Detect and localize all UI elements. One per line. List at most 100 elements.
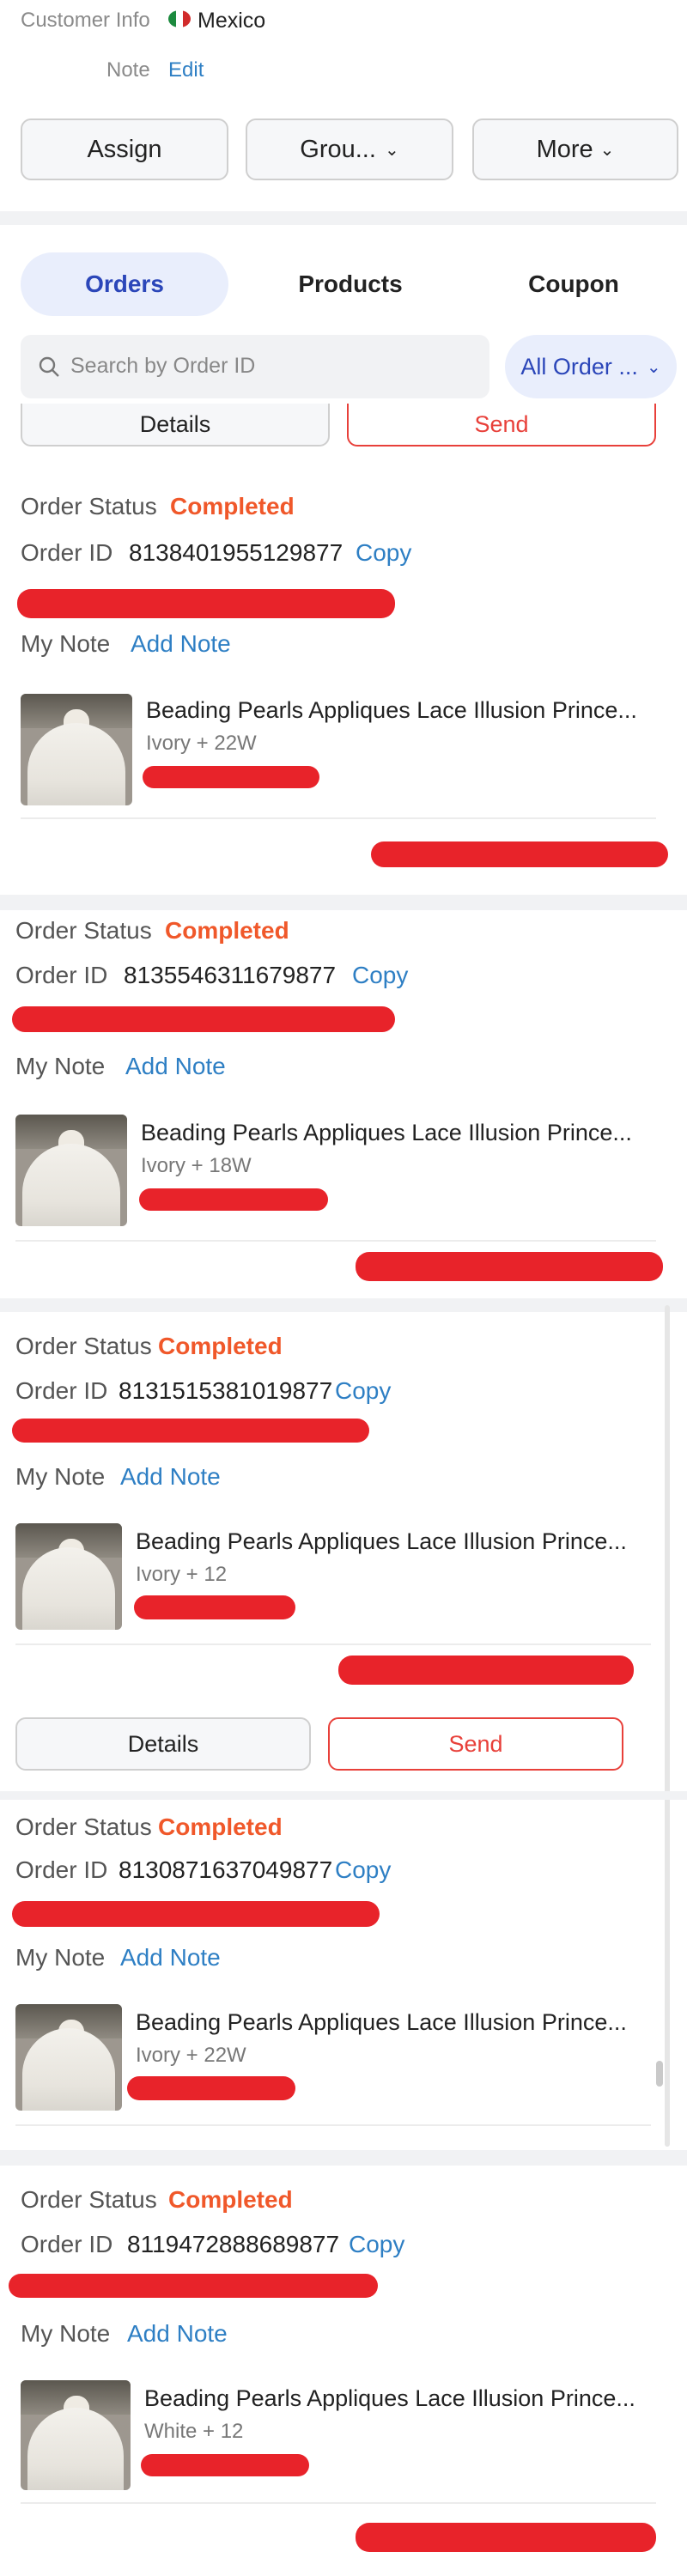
- order-id-value: 8138401955129877: [129, 539, 344, 566]
- redaction-bar: [139, 1188, 328, 1211]
- redaction-bar: [143, 766, 319, 788]
- order-id-label: Order ID: [21, 2231, 113, 2257]
- order-id-label: Order ID: [15, 1856, 108, 1883]
- send-button[interactable]: Send: [347, 404, 656, 447]
- order-filter-select[interactable]: All Order ... ⌄: [505, 335, 677, 398]
- chevron-down-icon: ⌄: [646, 357, 661, 377]
- section-divider: [0, 895, 687, 910]
- tab-products-label: Products: [298, 270, 403, 297]
- add-note-link[interactable]: Add Note: [120, 1944, 221, 1971]
- redaction-bar: [9, 2274, 378, 2298]
- product-variant: White + 12: [144, 2420, 244, 2443]
- assign-label: Assign: [87, 135, 162, 163]
- section-divider: [0, 211, 687, 225]
- group-button[interactable]: Grou... ⌄: [246, 118, 453, 180]
- order-id-value: 8135546311679877: [124, 962, 337, 988]
- scrollbar-track[interactable]: [665, 1305, 670, 2147]
- order-id-label: Order ID: [15, 1377, 108, 1404]
- product-thumbnail[interactable]: [15, 1115, 127, 1226]
- order-status-value: Completed: [168, 2186, 293, 2213]
- redaction-bar: [338, 1656, 634, 1685]
- order-id-label: Order ID: [21, 539, 113, 566]
- search-icon: [39, 356, 59, 377]
- note-label: Note: [106, 58, 150, 82]
- add-note-link[interactable]: Add Note: [125, 1053, 226, 1080]
- details-label: Details: [139, 410, 211, 437]
- add-note-link[interactable]: Add Note: [131, 630, 231, 658]
- product-thumbnail[interactable]: [21, 694, 132, 805]
- order-status-label: Order Status: [21, 2186, 157, 2213]
- redaction-bar: [12, 1901, 380, 1927]
- section-divider: [0, 1298, 687, 1312]
- search-placeholder: Search by Order ID: [70, 354, 256, 378]
- tab-orders-label: Orders: [85, 270, 164, 297]
- redaction-bar: [356, 1252, 663, 1281]
- product-title[interactable]: Beading Pearls Appliques Lace Illusion P…: [146, 697, 637, 724]
- redaction-bar: [12, 1006, 395, 1032]
- redaction-bar: [356, 2523, 656, 2552]
- order-id-value: 8119472888689877: [127, 2231, 340, 2257]
- tab-coupon[interactable]: Coupon: [481, 252, 666, 316]
- assign-button[interactable]: Assign: [21, 118, 228, 180]
- redaction-bar: [127, 2076, 295, 2100]
- order-status-label: Order Status: [15, 1814, 152, 1840]
- copy-order-id-link[interactable]: Copy: [356, 539, 411, 567]
- redaction-bar: [141, 2454, 309, 2476]
- order-status-value: Completed: [158, 1333, 283, 1359]
- section-divider: [0, 2150, 687, 2166]
- order-status-value: Completed: [170, 493, 295, 519]
- order-status-value: Completed: [158, 1814, 283, 1840]
- add-note-link[interactable]: Add Note: [127, 2320, 228, 2348]
- order-status-label: Order Status: [15, 917, 152, 944]
- section-divider: [0, 1791, 687, 1800]
- my-note-label: My Note: [15, 1053, 106, 1079]
- chevron-down-icon: ⌄: [599, 140, 615, 160]
- note-edit-link[interactable]: Edit: [168, 58, 204, 82]
- product-thumbnail[interactable]: [15, 1523, 122, 1630]
- product-title[interactable]: Beading Pearls Appliques Lace Illusion P…: [144, 2385, 635, 2412]
- divider: [15, 2124, 651, 2126]
- my-note-label: My Note: [15, 1944, 106, 1971]
- chevron-down-icon: ⌄: [384, 140, 399, 160]
- order-filter-label: All Order ...: [520, 353, 638, 380]
- redaction-bar: [134, 1595, 295, 1619]
- product-title[interactable]: Beading Pearls Appliques Lace Illusion P…: [136, 2009, 627, 2036]
- product-title[interactable]: Beading Pearls Appliques Lace Illusion P…: [141, 1120, 632, 1146]
- add-note-link[interactable]: Add Note: [120, 1463, 221, 1491]
- product-variant: Ivory + 18W: [141, 1154, 252, 1177]
- order-status-value: Completed: [165, 917, 289, 944]
- product-title[interactable]: Beading Pearls Appliques Lace Illusion P…: [136, 1528, 627, 1555]
- redaction-bar: [12, 1419, 369, 1443]
- mexico-flag-icon: [168, 10, 191, 27]
- details-button[interactable]: Details: [21, 404, 330, 447]
- copy-order-id-link[interactable]: Copy: [349, 2231, 404, 2258]
- tab-coupon-label: Coupon: [528, 270, 619, 297]
- more-button[interactable]: More ⌄: [472, 118, 678, 180]
- send-label: Send: [474, 410, 529, 437]
- tab-products[interactable]: Products: [258, 252, 443, 316]
- order-id-label: Order ID: [15, 962, 108, 988]
- scrollbar-thumb[interactable]: [656, 2061, 663, 2087]
- divider: [15, 1240, 656, 1242]
- order-id-value: 8131515381019877: [119, 1377, 333, 1404]
- details-button[interactable]: Details: [15, 1717, 311, 1771]
- redaction-bar: [17, 589, 395, 618]
- divider: [21, 817, 656, 819]
- copy-order-id-link[interactable]: Copy: [335, 1377, 391, 1405]
- customer-country: Mexico: [198, 9, 266, 33]
- product-thumbnail[interactable]: [15, 2004, 122, 2111]
- divider: [21, 2502, 656, 2504]
- search-input[interactable]: Search by Order ID: [21, 335, 489, 398]
- order-status-label: Order Status: [21, 493, 157, 519]
- send-button[interactable]: Send: [328, 1717, 623, 1771]
- copy-order-id-link[interactable]: Copy: [352, 962, 408, 989]
- copy-order-id-link[interactable]: Copy: [335, 1856, 391, 1884]
- details-label: Details: [127, 1730, 199, 1757]
- order-status-label: Order Status: [15, 1333, 152, 1359]
- group-label: Grou...: [300, 135, 376, 163]
- tab-orders[interactable]: Orders: [21, 252, 228, 316]
- redaction-bar: [371, 841, 668, 867]
- order-id-value: 8130871637049877: [119, 1856, 333, 1883]
- send-label: Send: [448, 1730, 503, 1757]
- product-thumbnail[interactable]: [21, 2380, 131, 2490]
